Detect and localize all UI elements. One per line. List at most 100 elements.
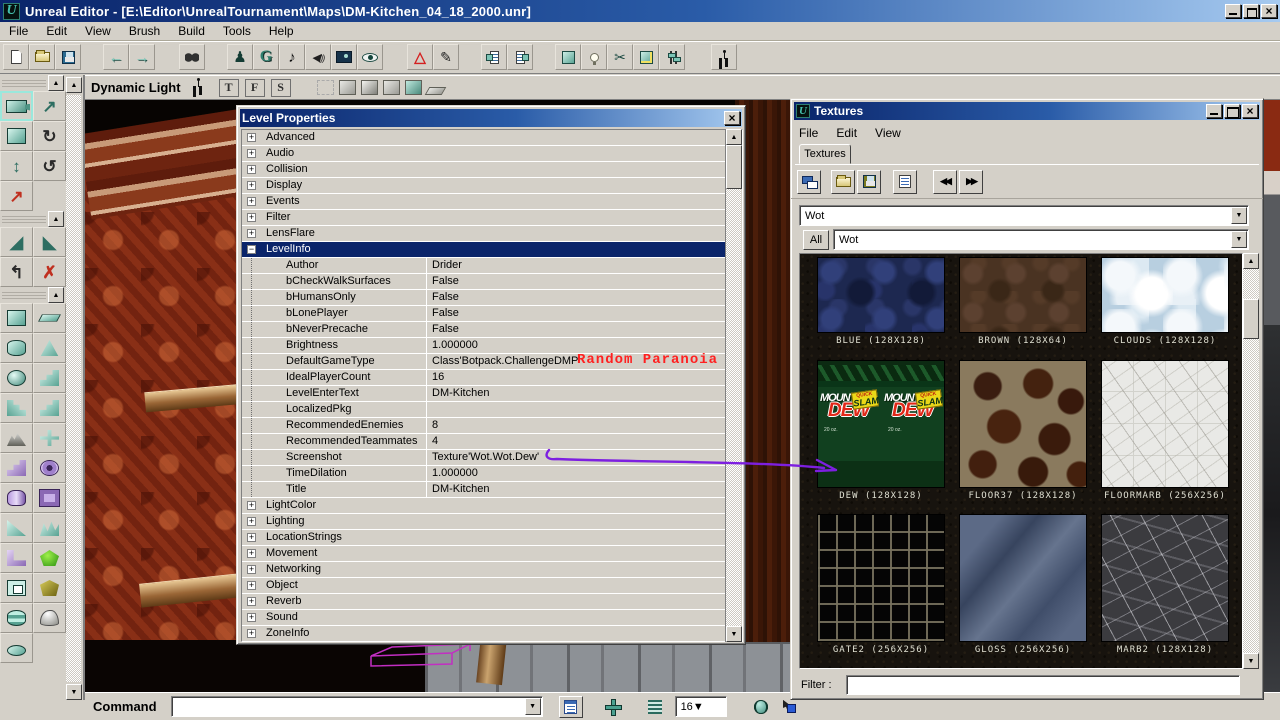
flip-clip-button[interactable]: ↰ [0, 257, 33, 287]
texture-thumbnail-floormarb[interactable] [1101, 360, 1229, 488]
texture-grid[interactable]: BLUE (128X128) BROWN (128X64) CLOUDS (12… [799, 253, 1243, 669]
path-tool-button[interactable]: ✂ [607, 44, 633, 70]
menu-brush[interactable]: Brush [120, 22, 169, 40]
add-special-brush-button[interactable] [633, 44, 659, 70]
collapse-section-button[interactable]: ▲ [48, 211, 64, 227]
multi-wedge-button[interactable] [33, 513, 66, 543]
tree-section-advanced[interactable]: Advanced [242, 130, 728, 146]
property-value[interactable]: Drider [426, 258, 728, 273]
show-textures-button[interactable]: T [219, 79, 239, 97]
grid-toggle-button[interactable] [643, 696, 667, 718]
property-row-author[interactable]: AuthorDrider [242, 258, 728, 274]
texture-properties-button[interactable] [893, 170, 917, 194]
undo-button[interactable]: ← [103, 44, 129, 70]
property-value[interactable]: 16 [426, 370, 728, 385]
tree-section-sound[interactable]: Sound [242, 610, 728, 626]
loft-brush-button[interactable] [0, 543, 33, 573]
build-geometry-button[interactable]: △ [407, 44, 433, 70]
actor-classes-button[interactable]: ♟ [227, 44, 253, 70]
brush-clip-split-button[interactable]: ◣ [33, 227, 66, 257]
previous-group-button[interactable]: ◀◀ [933, 170, 957, 194]
zone-view-icon[interactable] [339, 80, 356, 95]
brush-clip-button[interactable]: ◢ [0, 227, 33, 257]
expand-icon[interactable] [247, 197, 256, 206]
rotation-grid-button[interactable] [749, 696, 773, 718]
delete-clip-button[interactable]: ✗ [33, 257, 66, 287]
move-actor-button[interactable]: ↗ [33, 91, 66, 121]
camera-move-button[interactable] [0, 91, 33, 121]
command-input[interactable] [174, 698, 522, 715]
surface-properties-button[interactable] [507, 44, 533, 70]
scrollbar-thumb[interactable] [726, 145, 742, 189]
2d-shape-editor-button[interactable] [659, 44, 685, 70]
tree-section-levelinfo[interactable]: LevelInfo [242, 242, 728, 258]
cube-brush-button[interactable] [0, 303, 33, 333]
ellipse-brush-button[interactable] [0, 633, 33, 663]
scroll-up-button[interactable]: ▲ [66, 77, 82, 93]
tab-textures[interactable]: Textures [799, 144, 851, 164]
scroll-down-button[interactable]: ▼ [1243, 653, 1259, 669]
snap-vertex-button[interactable] [601, 696, 625, 718]
close-button[interactable] [1242, 104, 1258, 118]
texture-thumbnail-floor37[interactable] [959, 360, 1087, 488]
search-actors-button[interactable] [179, 44, 205, 70]
property-row-levelentertext[interactable]: LevelEnterTextDM-Kitchen [242, 386, 728, 402]
property-row-recommendedenemies[interactable]: RecommendedEnemies8 [242, 418, 728, 434]
expand-icon[interactable] [247, 581, 256, 590]
texture-item-brown[interactable]: BROWN (128X64) [959, 257, 1087, 346]
intersecting-sheets-button[interactable] [33, 423, 66, 453]
texture-item-marb2[interactable]: MARB2 (128X128) [1101, 514, 1229, 655]
chevron-down-icon[interactable]: ▼ [693, 701, 704, 713]
texture-thumbnail-gate2[interactable] [817, 514, 945, 642]
property-value[interactable] [426, 402, 728, 417]
filter-input[interactable] [846, 675, 1240, 695]
hollow-cube-button[interactable] [33, 483, 66, 513]
texture-browser-button[interactable] [331, 44, 357, 70]
terrain-brush-button[interactable] [0, 423, 33, 453]
tree-section-reverb[interactable]: Reverb [242, 594, 728, 610]
sphere-brush-button[interactable] [0, 363, 33, 393]
move-brush-button[interactable] [0, 121, 33, 151]
expand-icon[interactable] [247, 213, 256, 222]
scroll-up-button[interactable]: ▲ [1243, 253, 1259, 269]
menu-help[interactable]: Help [260, 22, 303, 40]
group-browser-button[interactable]: G [253, 44, 279, 70]
package-dropdown[interactable]: Wot ▼ [799, 205, 1249, 226]
property-value[interactable]: 8 [426, 418, 728, 433]
tree-section-lighting[interactable]: Lighting [242, 514, 728, 530]
property-value[interactable]: 1.000000 [426, 338, 728, 353]
expand-icon[interactable] [247, 133, 256, 142]
property-value[interactable]: False [426, 306, 728, 321]
scroll-down-button[interactable]: ▼ [726, 626, 742, 642]
tarp-brush-button[interactable] [33, 573, 66, 603]
all-groups-button[interactable]: All [803, 230, 829, 250]
sheet-view-icon[interactable] [424, 87, 446, 95]
texture-thumbnail-dew[interactable]: MOUNTAIN DEW QUICK SLAM 20 oz. MOUNTAIN … [817, 360, 945, 488]
play-map-button[interactable] [711, 44, 737, 70]
open-package-button[interactable] [831, 170, 855, 194]
menu-file[interactable]: File [799, 124, 828, 142]
texture-item-gloss[interactable]: GLOSS (256X256) [959, 514, 1087, 655]
stacked-discs-button[interactable] [0, 603, 33, 633]
build-options-button[interactable]: ✎ [433, 44, 459, 70]
spiral-stairs-button[interactable] [0, 393, 33, 423]
open-map-button[interactable] [29, 44, 55, 70]
texture-thumbnail-brown[interactable] [959, 257, 1087, 333]
dodecahedron-button[interactable] [33, 543, 66, 573]
tree-section-networking[interactable]: Networking [242, 562, 728, 578]
save-map-button[interactable] [55, 44, 81, 70]
expand-icon[interactable] [247, 565, 256, 574]
property-value[interactable]: False [426, 290, 728, 305]
expand-icon[interactable] [247, 181, 256, 190]
expand-icon[interactable] [247, 517, 256, 526]
tree-section-collision[interactable]: Collision [242, 162, 728, 178]
next-group-button[interactable]: ▶▶ [959, 170, 983, 194]
new-map-button[interactable] [3, 44, 29, 70]
texture-item-floormarb[interactable]: FLOORMARB (256X256) [1101, 360, 1229, 501]
curved-stairs-button[interactable] [33, 363, 66, 393]
property-value[interactable]: DM-Kitchen [426, 386, 728, 401]
texture-item-dew[interactable]: MOUNTAIN DEW QUICK SLAM 20 oz. MOUNTAIN … [817, 360, 945, 501]
stairs-special-button[interactable] [0, 453, 33, 483]
menu-tools[interactable]: Tools [214, 22, 260, 40]
expand-icon[interactable] [247, 613, 256, 622]
